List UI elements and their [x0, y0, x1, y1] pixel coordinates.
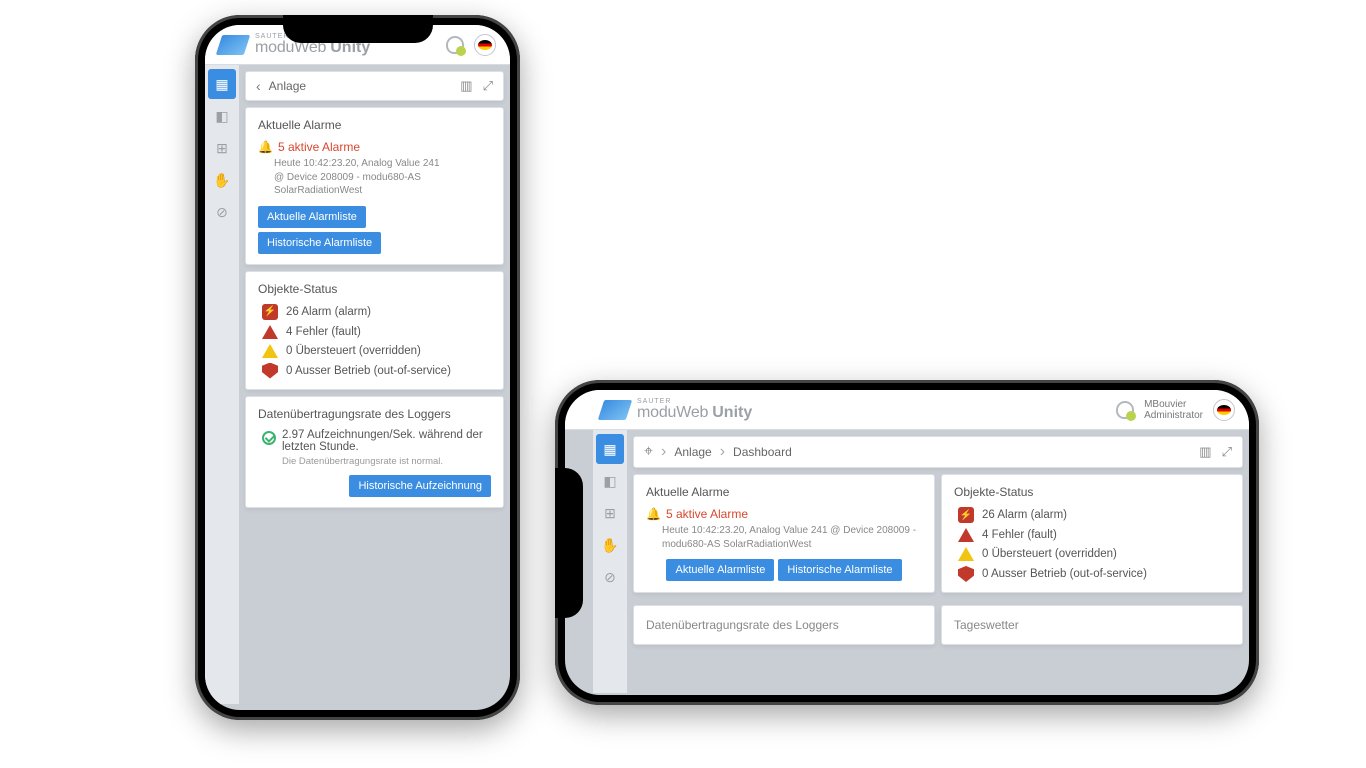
alarm-headline: 5 aktive Alarme	[278, 140, 360, 154]
card-status: Objekte-Status ⚡ 26 Alarm (alarm) 4 Fehle…	[941, 474, 1243, 593]
rail-item-hand-icon[interactable]: ✋	[596, 530, 624, 560]
phone-mock-landscape: SAUTER moduWeb Unity MBouvier Administra…	[555, 380, 1259, 705]
card-weather-title: Tageswetter	[954, 616, 1230, 634]
user-role: Administrator	[1144, 410, 1203, 421]
brand-block: SAUTER moduWeb Unity	[637, 398, 752, 421]
logger-rate-text: 2.97 Aufzeichnungen/Sek. während der let…	[282, 429, 491, 453]
oos-badge-icon	[262, 363, 278, 379]
content-area: ‹ Anlage ▥ ⤢ Aktuelle Alarme 🔔 5 aktive …	[239, 65, 510, 704]
breadcrumb-back-icon[interactable]: ‹	[256, 78, 261, 94]
rail-item-disabled-icon[interactable]: ⊘	[596, 562, 624, 592]
content-area: ⌖ › Anlage › Dashboard ▥ ⤢ Aktuelle Alar…	[627, 430, 1249, 693]
card-logger: Datenübertragungsrate des Loggers 2.97 A…	[245, 396, 504, 508]
rail-item-dashboard-icon[interactable]: ▦	[208, 69, 236, 99]
status-fault-text: 4 Fehler (fault)	[286, 326, 361, 338]
brand-logo-icon	[216, 35, 250, 55]
card-logger-cut: Datenübertragungsrate des Loggers	[633, 605, 935, 645]
card-status: Objekte-Status ⚡ 26 Alarm (alarm) 4 Fehle…	[245, 271, 504, 390]
phone-notch	[555, 468, 583, 618]
card-status-title: Objekte-Status	[258, 282, 491, 296]
breadcrumb-anlage[interactable]: Anlage	[674, 445, 711, 459]
fault-badge-icon	[262, 325, 278, 339]
breadcrumb: ⌖ › Anlage › Dashboard ▥ ⤢	[633, 436, 1243, 468]
breadcrumb-text[interactable]: Anlage	[269, 79, 453, 93]
alarm-detail-l1: Heute 10:42:23.20, Analog Value 241	[258, 157, 491, 171]
user-block[interactable]: MBouvier Administrator	[1144, 399, 1203, 421]
card-alarms-title: Aktuelle Alarme	[646, 485, 922, 499]
status-alarm-text: 26 Alarm (alarm)	[286, 306, 371, 318]
language-flag-icon[interactable]	[474, 34, 496, 56]
notifications-bell-icon[interactable]	[1116, 401, 1134, 419]
brand-logo-icon	[598, 400, 632, 420]
phone-notch	[283, 15, 433, 43]
breadcrumb-dashboard[interactable]: Dashboard	[733, 445, 792, 459]
status-alarm-text: 26 Alarm (alarm)	[982, 509, 1067, 521]
alarm-detail-l2: @ Device 208009 - modu680-AS	[258, 171, 491, 185]
check-ok-icon	[262, 431, 276, 445]
btn-history-record[interactable]: Historische Aufzeichnung	[349, 475, 491, 497]
breadcrumb-action-expand-icon[interactable]: ⤢	[483, 78, 493, 94]
rail-item-2-icon[interactable]: ◧	[208, 101, 236, 131]
logger-note: Die Datenübertragungsrate ist normal.	[258, 456, 491, 467]
alarm-badge-icon: ⚡	[262, 304, 278, 320]
oos-badge-icon	[958, 566, 974, 582]
breadcrumb: ‹ Anlage ▥ ⤢	[245, 71, 504, 101]
rail-item-tree-icon[interactable]: ⊞	[596, 498, 624, 528]
status-oos-text: 0 Ausser Betrieb (out-of-service)	[982, 568, 1147, 580]
rail-item-tree-icon[interactable]: ⊞	[208, 133, 236, 163]
btn-history-alarms[interactable]: Historische Alarmliste	[258, 232, 381, 254]
alarm-headline: 5 aktive Alarme	[666, 507, 748, 521]
card-alarms: Aktuelle Alarme 🔔 5 aktive Alarme Heute …	[245, 107, 504, 265]
btn-current-alarms[interactable]: Aktuelle Alarmliste	[258, 206, 366, 228]
card-weather-cut: Tageswetter	[941, 605, 1243, 645]
status-override-text: 0 Übersteuert (overridden)	[982, 548, 1117, 560]
alarm-detail: Heute 10:42:23.20, Analog Value 241 @ De…	[646, 524, 922, 551]
rail-item-dashboard-icon[interactable]: ▦	[596, 434, 624, 464]
user-name: MBouvier	[1144, 399, 1203, 410]
card-logger-title: Datenübertragungsrate des Loggers	[646, 616, 922, 634]
alarm-badge-icon: ⚡	[958, 507, 974, 523]
override-badge-icon	[958, 547, 974, 561]
app-header: SAUTER moduWeb Unity MBouvier Administra…	[565, 390, 1249, 430]
location-pin-icon[interactable]: ⌖	[644, 443, 653, 461]
alarm-detail-l3: SolarRadiationWest	[258, 184, 491, 198]
brand-name: Unity	[712, 405, 752, 421]
card-alarms-title: Aktuelle Alarme	[258, 118, 491, 132]
bell-alert-icon: 🔔	[646, 507, 661, 521]
fault-badge-icon	[958, 528, 974, 542]
rail-item-2-icon[interactable]: ◧	[596, 466, 624, 496]
breadcrumb-action-grid-icon[interactable]: ▥	[460, 78, 472, 94]
btn-history-alarms[interactable]: Historische Alarmliste	[778, 559, 901, 581]
status-oos-text: 0 Ausser Betrieb (out-of-service)	[286, 365, 451, 377]
breadcrumb-action-expand-icon[interactable]: ⤢	[1222, 444, 1232, 460]
card-logger-title: Datenübertragungsrate des Loggers	[258, 407, 491, 421]
card-alarms: Aktuelle Alarme 🔔 5 aktive Alarme Heute …	[633, 474, 935, 593]
btn-current-alarms[interactable]: Aktuelle Alarmliste	[666, 559, 774, 581]
brand-prefix: moduWeb	[637, 405, 708, 421]
phone-mock-portrait: SAUTER moduWeb Unity ▦ ◧ ⊞ ✋ ⊘	[195, 15, 520, 720]
rail-item-hand-icon[interactable]: ✋	[208, 165, 236, 195]
status-override-text: 0 Übersteuert (overridden)	[286, 345, 421, 357]
side-rail: ▦ ◧ ⊞ ✋ ⊘	[205, 65, 239, 704]
bell-alert-icon: 🔔	[258, 140, 273, 154]
override-badge-icon	[262, 344, 278, 358]
notifications-bell-icon[interactable]	[446, 36, 464, 54]
rail-item-disabled-icon[interactable]: ⊘	[208, 197, 236, 227]
card-status-title: Objekte-Status	[954, 485, 1230, 499]
language-flag-icon[interactable]	[1213, 399, 1235, 421]
breadcrumb-action-grid-icon[interactable]: ▥	[1199, 444, 1211, 460]
status-fault-text: 4 Fehler (fault)	[982, 529, 1057, 541]
side-rail: ▦ ◧ ⊞ ✋ ⊘	[593, 430, 627, 693]
